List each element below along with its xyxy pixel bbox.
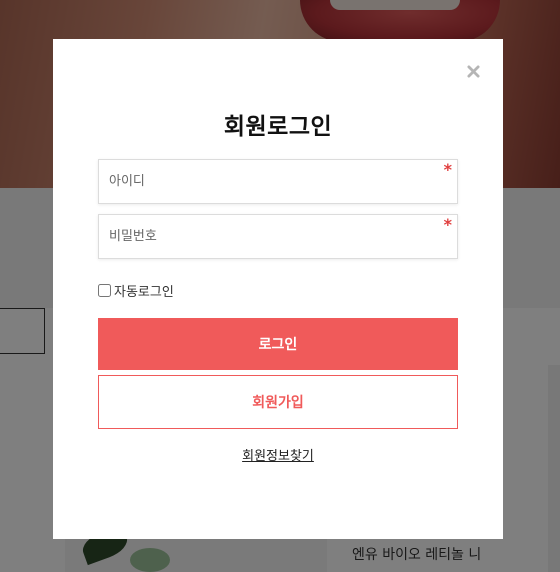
required-mark: * [443, 160, 452, 179]
modal-title: 회원로그인 [223, 114, 333, 140]
find-account-link[interactable]: 회원정보찾기 [53, 445, 503, 464]
auto-login[interactable]: 자동로그인 [98, 281, 174, 300]
close-icon [466, 64, 480, 78]
close-button[interactable] [463, 61, 483, 81]
password-input[interactable] [99, 215, 457, 258]
required-mark: * [443, 215, 452, 234]
auto-login-label: 자동로그인 [114, 285, 174, 300]
login-modal: 회원로그인 * * 자동로그인 로그인 회원가입 회원정보찾기 [53, 39, 503, 539]
login-button[interactable]: 로그인 [98, 318, 458, 370]
password-field[interactable]: * [98, 214, 458, 259]
id-input[interactable] [99, 160, 457, 203]
join-button[interactable]: 회원가입 [98, 375, 458, 429]
id-field[interactable]: * [98, 159, 458, 204]
auto-login-checkbox[interactable] [98, 284, 111, 297]
